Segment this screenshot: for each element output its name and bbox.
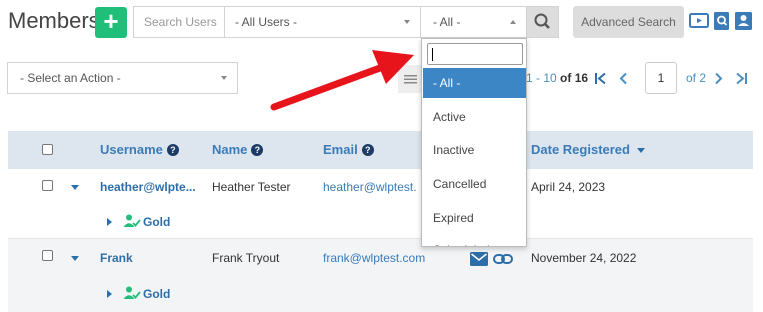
membership-level[interactable]: Gold	[143, 215, 170, 229]
dropdown-option[interactable]: Expired	[423, 203, 526, 233]
username-link[interactable]: Frank	[100, 251, 133, 265]
member-email[interactable]: frank@wlptest.com	[323, 251, 425, 265]
column-email[interactable]: Email?	[323, 142, 374, 157]
user-check-icon	[123, 214, 141, 227]
dropdown-option[interactable]: Active	[423, 102, 526, 132]
column-date-label: Date Registered	[531, 142, 630, 157]
annotation-arrow	[270, 50, 414, 111]
help-icon[interactable]: ?	[251, 144, 264, 156]
member-name: Frank Tryout	[212, 251, 280, 265]
column-name-label: Name	[212, 142, 248, 157]
last-page-icon[interactable]	[734, 72, 748, 85]
status-filter-value: - All -	[433, 15, 461, 29]
row-checkbox[interactable]	[42, 250, 53, 261]
date-registered: November 24, 2022	[531, 251, 637, 265]
date-registered: April 24, 2023	[531, 180, 606, 194]
video-icon[interactable]	[689, 11, 709, 31]
search-users-input[interactable]: Search Users	[133, 6, 225, 38]
users-filter-select[interactable]: - All Users -	[224, 6, 421, 38]
membership-level[interactable]: Gold	[143, 287, 170, 301]
status-filter-select[interactable]: - All -	[420, 6, 527, 38]
user-card-icon[interactable]	[734, 11, 754, 31]
pagination-total: 16	[574, 71, 589, 85]
help-icon[interactable]: ?	[361, 144, 374, 156]
search-doc-icon[interactable]	[712, 11, 732, 31]
page-title: Members	[8, 8, 100, 33]
expand-levels-icon[interactable]	[107, 218, 112, 226]
next-page-icon[interactable]	[713, 72, 723, 85]
text-cursor	[432, 48, 433, 61]
column-date-registered[interactable]: Date Registered	[531, 142, 645, 157]
chevron-up-icon	[510, 20, 516, 24]
page-number-input[interactable]: 1	[645, 62, 677, 94]
dropdown-option[interactable]: Inactive	[423, 135, 526, 165]
member-email[interactable]: heather@wlptest.	[323, 180, 417, 194]
action-select-value: - Select an Action -	[20, 71, 121, 85]
search-icon	[534, 13, 550, 29]
column-email-label: Email	[323, 142, 358, 157]
row-checkbox[interactable]	[42, 180, 53, 191]
status-dropdown: - All - Active Inactive Cancelled Expire…	[421, 38, 527, 247]
dropdown-option[interactable]: Scheduled	[423, 235, 526, 246]
column-username[interactable]: Username?	[100, 142, 179, 157]
pagination-of: of	[560, 71, 572, 85]
first-page-icon[interactable]	[594, 72, 608, 85]
user-check-icon	[123, 286, 141, 299]
users-filter-value: - All Users -	[235, 15, 298, 29]
chevron-down-icon	[404, 20, 410, 24]
expand-levels-icon[interactable]	[107, 290, 112, 298]
dropdown-option[interactable]: Cancelled	[423, 169, 526, 199]
expand-row-icon[interactable]	[71, 256, 79, 261]
help-icon[interactable]: ?	[166, 144, 179, 156]
total-pages: of 2	[686, 71, 707, 85]
dropdown-option[interactable]: - All -	[423, 68, 526, 98]
member-name: Heather Tester	[212, 180, 291, 194]
search-button[interactable]	[526, 6, 559, 38]
select-all-checkbox[interactable]	[42, 144, 53, 155]
chevron-down-icon	[221, 76, 227, 80]
column-username-label: Username	[100, 142, 163, 157]
link-icon[interactable]	[493, 253, 513, 265]
plus-icon: +	[103, 6, 119, 36]
sort-down-icon	[637, 148, 645, 153]
prev-page-icon[interactable]	[619, 72, 629, 85]
action-select[interactable]: - Select an Action -	[7, 62, 238, 94]
username-link[interactable]: heather@wlpte...	[100, 180, 196, 194]
table-row	[8, 239, 753, 312]
pagination-range: 1 - 10	[526, 71, 557, 85]
column-name[interactable]: Name?	[212, 142, 264, 157]
mail-icon[interactable]	[470, 252, 488, 266]
pagination-count: 1 - 10 of 16	[526, 71, 588, 85]
add-member-button[interactable]: +	[95, 7, 127, 38]
dropdown-search-input[interactable]	[427, 43, 523, 65]
advanced-search-button[interactable]: Advanced Search	[573, 6, 684, 38]
expand-row-icon[interactable]	[71, 185, 79, 190]
